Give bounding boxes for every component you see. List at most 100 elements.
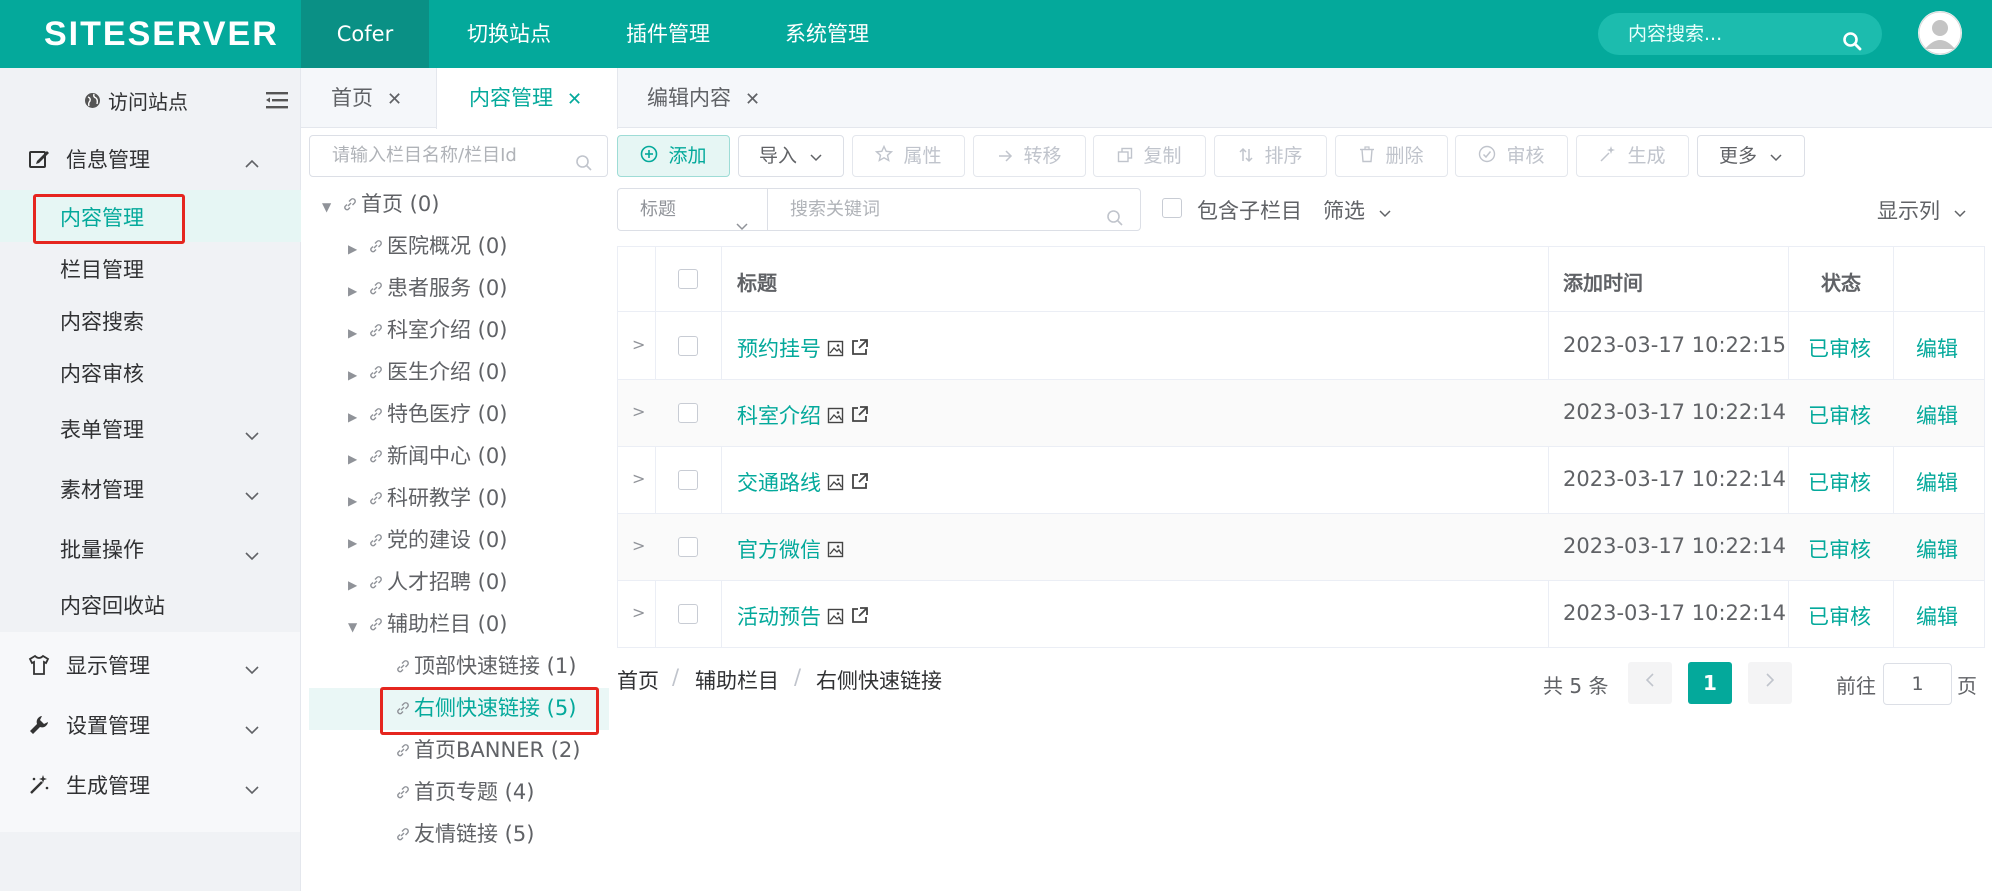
topnav-system-management[interactable]: 系统管理 [763, 0, 891, 68]
row-checkbox[interactable] [678, 604, 698, 624]
top-search-input[interactable]: 内容搜索... [1598, 13, 1882, 55]
filter-dropdown[interactable]: 筛选 [1323, 195, 1392, 225]
expand-row-icon[interactable]: > [632, 335, 645, 354]
caret-down-icon[interactable]: ▼ [322, 187, 336, 227]
tree-node[interactable]: ▶ 科室介绍 (0) [348, 310, 507, 350]
tree-node[interactable]: 首页专题 (4) [375, 772, 534, 812]
tree-node[interactable]: ▶ 患者服务 (0) [348, 268, 507, 308]
caret-right-icon[interactable]: ▶ [348, 271, 362, 311]
import-dropdown-button[interactable]: 导入 [738, 135, 844, 177]
menu-item-form-management[interactable]: 表单管理 [0, 402, 301, 454]
menu-group-info-management[interactable]: 信息管理 [0, 130, 301, 186]
content-title-link[interactable]: 交通路线 [737, 471, 821, 495]
external-link-icon[interactable] [850, 472, 869, 496]
sort-button[interactable]: 排序 [1214, 135, 1327, 177]
delete-button[interactable]: 删除 [1335, 135, 1448, 177]
attributes-button[interactable]: 属性 [852, 135, 965, 177]
avatar[interactable] [1918, 11, 1962, 55]
review-button[interactable]: 审核 [1455, 135, 1568, 177]
tree-node[interactable]: 顶部快速链接 (1) [375, 646, 576, 686]
menu-item-content-review[interactable]: 内容审核 [0, 346, 301, 398]
pagination-goto-input[interactable]: 1 [1883, 663, 1952, 705]
breadcrumb-home[interactable]: 首页 [617, 665, 659, 695]
content-title-link[interactable]: 科室介绍 [737, 404, 821, 428]
edit-link[interactable]: 编辑 [1916, 467, 1958, 497]
tab-edit-content[interactable]: 编辑内容 ✕ [647, 68, 760, 128]
caret-right-icon[interactable]: ▶ [348, 229, 362, 269]
caret-right-icon[interactable]: ▶ [348, 355, 362, 395]
menu-item-content-recycle-bin[interactable]: 内容回收站 [0, 578, 301, 630]
add-button[interactable]: 添加 [617, 135, 730, 177]
search-icon[interactable] [1106, 201, 1124, 242]
tree-node[interactable]: 友情链接 (5) [375, 814, 534, 854]
content-title-link[interactable]: 官方微信 [737, 538, 821, 562]
pagination-next-button[interactable] [1748, 662, 1792, 704]
menu-group-generate-management[interactable]: 生成管理 [0, 756, 301, 812]
pagination-current-page[interactable]: 1 [1688, 662, 1732, 704]
external-link-icon[interactable] [850, 405, 869, 429]
transfer-button[interactable]: 转移 [973, 135, 1086, 177]
edit-link[interactable]: 编辑 [1916, 333, 1958, 363]
tree-node[interactable]: ▶ 医院概况 (0) [348, 226, 507, 266]
tab-content-management[interactable]: 内容管理 ✕ [436, 68, 618, 129]
topnav-switch-site[interactable]: 切换站点 [445, 0, 573, 68]
column-header-title[interactable]: 标题 [737, 267, 777, 296]
menu-item-material-management[interactable]: 素材管理 [0, 462, 301, 514]
pagination-prev-button[interactable] [1628, 662, 1672, 704]
tree-node[interactable]: ▶ 特色医疗 (0) [348, 394, 507, 434]
menu-item-content-search[interactable]: 内容搜索 [0, 294, 301, 346]
breadcrumb-auxiliary-channel[interactable]: 辅助栏目 [695, 665, 779, 695]
caret-right-icon[interactable]: ▶ [348, 523, 362, 563]
tree-node[interactable]: ▼ 首页 (0) [322, 184, 439, 224]
row-checkbox[interactable] [678, 403, 698, 423]
caret-down-icon[interactable]: ▼ [348, 607, 362, 647]
caret-right-icon[interactable]: ▶ [348, 397, 362, 437]
tree-node[interactable]: ▶ 医生介绍 (0) [348, 352, 507, 392]
collapse-menu-icon[interactable] [266, 90, 288, 114]
expand-row-icon[interactable]: > [632, 536, 645, 555]
topnav-plugin-management[interactable]: 插件管理 [604, 0, 732, 68]
tree-node[interactable]: ▶ 党的建设 (0) [348, 520, 507, 560]
menu-group-settings-management[interactable]: 设置管理 [0, 696, 301, 752]
generate-button[interactable]: 生成 [1576, 135, 1689, 177]
caret-right-icon[interactable]: ▶ [348, 439, 362, 479]
close-icon[interactable]: ✕ [567, 89, 582, 110]
menu-item-batch-operations[interactable]: 批量操作 [0, 522, 301, 574]
tree-node[interactable]: ▶ 人才招聘 (0) [348, 562, 507, 602]
caret-right-icon[interactable]: ▶ [348, 565, 362, 605]
content-title-link[interactable]: 活动预告 [737, 605, 821, 629]
column-header-status[interactable]: 状态 [1821, 267, 1861, 296]
close-icon[interactable]: ✕ [745, 89, 760, 110]
menu-group-display-management[interactable]: 显示管理 [0, 636, 301, 692]
search-icon[interactable] [1842, 24, 1862, 66]
tab-home[interactable]: 首页 ✕ [331, 68, 402, 128]
row-checkbox[interactable] [678, 336, 698, 356]
display-columns-dropdown[interactable]: 显示列 [1877, 195, 1967, 225]
tree-node[interactable]: ▼ 辅助栏目 (0) [348, 604, 507, 644]
tree-node[interactable]: ▶ 科研教学 (0) [348, 478, 507, 518]
more-dropdown-button[interactable]: 更多 [1697, 135, 1805, 177]
column-header-added-time[interactable]: 添加时间 [1563, 267, 1643, 296]
topnav-site-cofer[interactable]: Cofer [301, 0, 429, 68]
search-field-select[interactable]: 标题 [617, 188, 768, 231]
menu-item-channel-management[interactable]: 栏目管理 [0, 242, 301, 294]
channel-search-input[interactable]: 请输入栏目名称/栏目Id [309, 135, 608, 177]
caret-right-icon[interactable]: ▶ [348, 313, 362, 353]
expand-row-icon[interactable]: > [632, 402, 645, 421]
row-checkbox[interactable] [678, 470, 698, 490]
select-all-checkbox[interactable] [678, 269, 698, 289]
expand-row-icon[interactable]: > [632, 469, 645, 488]
tree-node[interactable]: 首页BANNER (2) [375, 730, 580, 770]
copy-button[interactable]: 复制 [1093, 135, 1206, 177]
tree-node[interactable]: ▶ 新闻中心 (0) [348, 436, 507, 476]
row-checkbox[interactable] [678, 537, 698, 557]
include-children-label[interactable]: 包含子栏目 [1197, 195, 1302, 225]
edit-link[interactable]: 编辑 [1916, 534, 1958, 564]
visit-site-link[interactable]: 访问站点 [108, 86, 188, 115]
expand-row-icon[interactable]: > [632, 603, 645, 622]
caret-right-icon[interactable]: ▶ [348, 481, 362, 521]
keyword-search-input[interactable]: 搜索关键词 [767, 188, 1141, 231]
content-title-link[interactable]: 预约挂号 [737, 337, 821, 361]
include-children-checkbox[interactable] [1162, 198, 1182, 218]
site-logo[interactable]: SITESERVER [44, 10, 279, 58]
